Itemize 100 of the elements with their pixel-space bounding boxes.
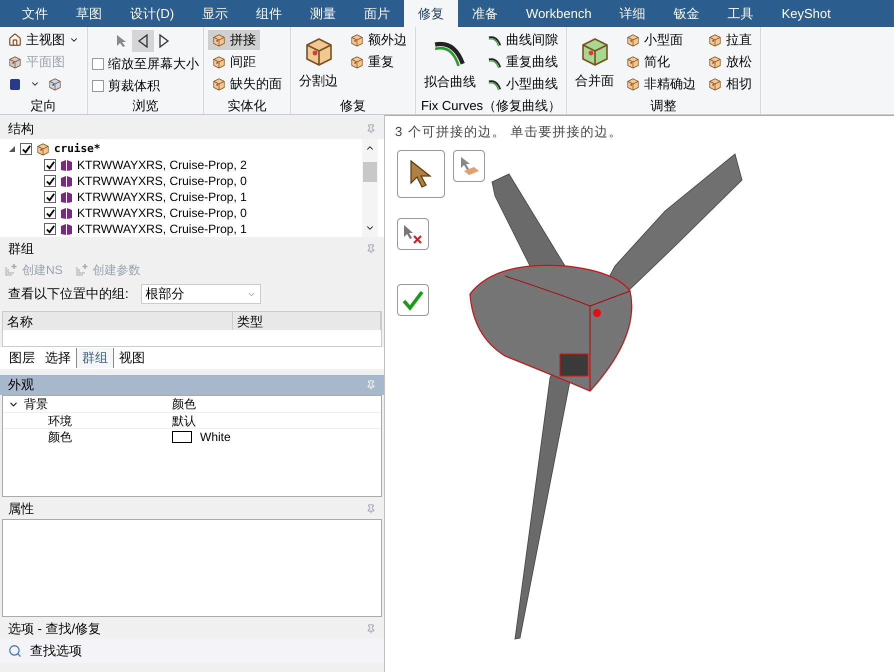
menu-tab[interactable]: 文件 — [8, 0, 62, 27]
body-icon — [60, 222, 73, 236]
back-button[interactable] — [132, 30, 154, 52]
ribbon-button[interactable]: 非精确边 — [622, 74, 700, 94]
field-label: 查看以下位置中的组: — [8, 285, 129, 304]
group-label: 定向 — [30, 97, 56, 114]
menu-tab[interactable]: KeyShot — [768, 0, 845, 27]
ribbon-button[interactable]: 曲线间隙 — [484, 30, 562, 50]
status-hint: 3 个可拼接的边。 单击要拼接的边。 — [395, 123, 622, 141]
tree-checkbox[interactable] — [44, 159, 56, 171]
ribbon-button[interactable]: 拉直 — [704, 30, 756, 50]
pointer-icon[interactable] — [116, 34, 128, 48]
assembly-icon — [36, 142, 50, 156]
box-icon — [626, 33, 640, 47]
group-label: 浏览 — [132, 97, 158, 114]
ribbon-button[interactable]: 放松 — [704, 52, 756, 72]
tree-checkbox[interactable] — [44, 191, 56, 203]
panel-title: 群组 — [8, 240, 34, 258]
group-label: 修复 — [340, 97, 366, 114]
tree-checkbox[interactable] — [44, 223, 56, 235]
left-triangle-icon — [137, 34, 149, 48]
find-options-label[interactable]: 查找选项 — [30, 641, 82, 661]
menu-tab[interactable]: 显示 — [188, 0, 242, 27]
view-icon — [48, 77, 62, 91]
ribbon-button[interactable]: 简化 — [622, 52, 674, 72]
scroll-thumb[interactable] — [363, 162, 377, 182]
ribbon-large-button[interactable]: 拟合曲线 — [420, 31, 480, 95]
ribbon-button[interactable]: 重复 — [346, 52, 398, 72]
tool-button[interactable] — [397, 150, 445, 198]
cursor-cross-icon — [402, 223, 424, 245]
menu-tab[interactable]: 修复 — [404, 0, 458, 27]
panel-tab[interactable]: 视图 — [114, 348, 150, 368]
panel-title: 属性 — [8, 500, 34, 518]
search-icon — [8, 644, 22, 658]
body-icon — [60, 206, 73, 220]
ribbon-button[interactable]: 额外边 — [346, 30, 411, 50]
ribbon-button[interactable]: 重复曲线 — [484, 52, 562, 72]
group-label: 调整 — [650, 97, 676, 114]
panel-tab[interactable]: 群组 — [76, 348, 114, 368]
menu-tab[interactable]: 钣金 — [660, 0, 714, 27]
panel-tab[interactable]: 选择 — [40, 348, 76, 368]
box-icon — [708, 77, 722, 91]
curve-icon — [488, 77, 502, 91]
property-value: 颜色 — [172, 396, 196, 413]
tree-item-label[interactable]: KTRWWAYXRS, Cruise-Prop, 1 — [77, 188, 247, 206]
menu-tab[interactable]: 草图 — [62, 0, 116, 27]
panel-title: 结构 — [8, 120, 34, 138]
box-icon — [626, 55, 640, 69]
panel-tab[interactable]: 图层 — [4, 348, 40, 368]
expand-triangle-icon[interactable] — [8, 145, 16, 153]
tree-item-label[interactable]: KTRWWAYXRS, Cruise-Prop, 1 — [77, 220, 247, 237]
curve-icon — [488, 55, 502, 69]
tree-item-label[interactable]: cruise* — [54, 140, 100, 158]
ribbon-large-button[interactable]: 合并面 — [571, 31, 618, 95]
ribbon-button[interactable]: 相切 — [704, 74, 756, 94]
body-icon — [60, 174, 73, 188]
ribbon-button[interactable]: 小型面 — [622, 30, 687, 50]
panel-title: 外观 — [8, 376, 34, 394]
tool-button[interactable] — [397, 218, 429, 250]
checkbox-option[interactable]: 剪裁体积 — [92, 76, 199, 96]
location-dropdown[interactable]: 根部分 — [140, 284, 261, 304]
checkbox[interactable] — [92, 80, 104, 92]
cube-icon[interactable] — [8, 77, 22, 91]
menu-tab[interactable]: 组件 — [242, 0, 296, 27]
menu-tab[interactable]: 面片 — [350, 0, 404, 27]
home-view-button[interactable]: 主视图 — [4, 30, 83, 50]
property-name: 颜色 — [47, 428, 73, 446]
group-label: 实体化 — [228, 97, 266, 114]
ribbon-large-button[interactable]: 分割边 — [295, 31, 342, 95]
tree-item-label[interactable]: KTRWWAYXRS, Cruise-Prop, 0 — [77, 172, 247, 190]
menu-tab[interactable]: 测量 — [296, 0, 350, 27]
ribbon-button[interactable]: 缺失的面 — [208, 74, 286, 94]
checkmark-icon — [401, 288, 425, 312]
ribbon-button[interactable]: 小型曲线 — [484, 74, 562, 94]
tree-item-label[interactable]: KTRWWAYXRS, Cruise-Prop, 0 — [77, 204, 247, 222]
property-value: White — [200, 428, 231, 446]
checkbox[interactable] — [92, 58, 104, 70]
tree-checkbox[interactable] — [44, 175, 56, 187]
color-swatch[interactable] — [172, 430, 192, 442]
box-icon — [350, 55, 364, 69]
column-header[interactable]: 名称 — [3, 312, 233, 330]
ribbon-button[interactable]: 拼接 — [208, 30, 260, 50]
scrollbar[interactable] — [362, 139, 378, 237]
column-header[interactable]: 类型 — [233, 312, 381, 330]
cursor-face-icon — [458, 155, 480, 177]
home-icon — [8, 33, 22, 47]
tree-item-label[interactable]: KTRWWAYXRS, Cruise-Prop, 2 — [77, 156, 247, 174]
property-value: 默认 — [172, 412, 196, 430]
menu-tab[interactable]: 设计(D) — [116, 0, 188, 27]
ribbon-button[interactable]: 间距 — [208, 52, 260, 72]
tree-checkbox[interactable] — [44, 207, 56, 219]
menu-tab[interactable]: 准备 — [458, 0, 512, 27]
menu-tab[interactable]: Workbench — [512, 0, 606, 27]
checkbox-option[interactable]: 缩放至屏幕大小 — [92, 54, 199, 74]
menu-tab[interactable]: 详细 — [606, 0, 660, 27]
right-triangle-icon[interactable] — [158, 34, 170, 48]
box-icon — [708, 55, 722, 69]
menu-tab[interactable]: 工具 — [714, 0, 768, 27]
body-icon — [60, 158, 73, 172]
tree-checkbox[interactable] — [20, 143, 32, 155]
